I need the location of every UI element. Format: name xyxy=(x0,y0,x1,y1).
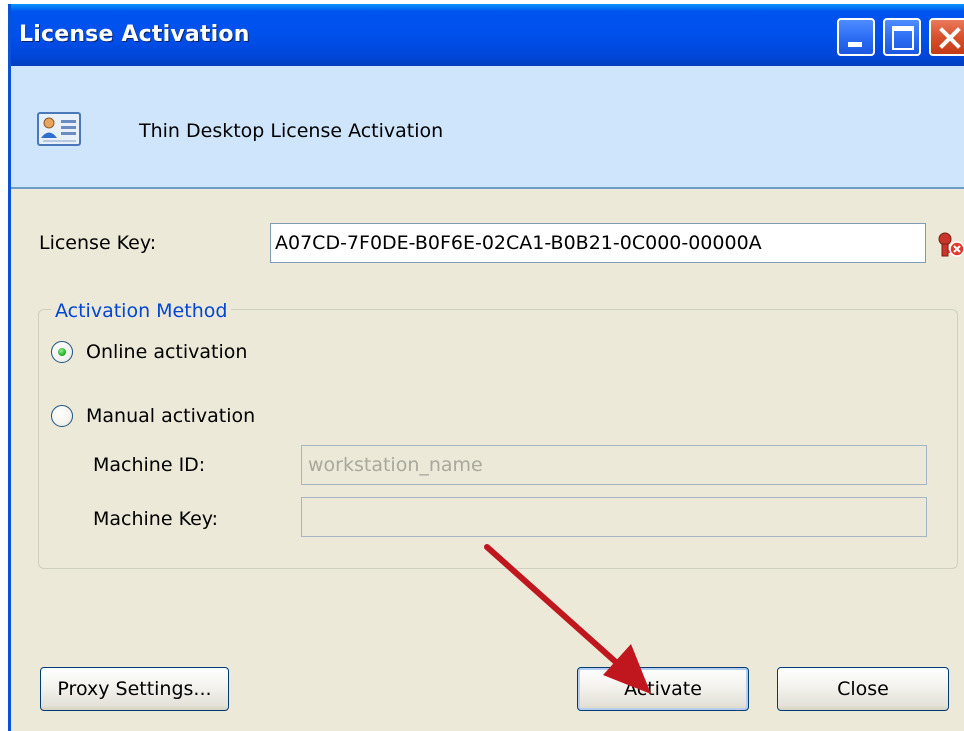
activate-button[interactable]: Activate xyxy=(577,667,749,711)
header-title: Thin Desktop License Activation xyxy=(139,120,444,142)
online-activation-option[interactable]: Online activation xyxy=(51,341,247,363)
minimize-icon xyxy=(848,42,862,47)
machine-id-label: Machine ID: xyxy=(93,454,206,476)
online-activation-radio[interactable] xyxy=(51,341,73,363)
manual-activation-option[interactable]: Manual activation xyxy=(51,405,255,427)
machine-key-input[interactable] xyxy=(301,497,927,537)
license-key-input[interactable] xyxy=(270,223,926,263)
maximize-button[interactable] xyxy=(883,18,921,56)
minimize-button[interactable] xyxy=(837,18,875,56)
title-bar[interactable]: License Activation xyxy=(11,4,964,66)
license-card-icon xyxy=(37,112,81,146)
proxy-settings-button[interactable]: Proxy Settings... xyxy=(40,667,229,711)
header-panel: Thin Desktop License Activation xyxy=(11,66,964,189)
manual-activation-label: Manual activation xyxy=(86,405,256,427)
machine-id-input[interactable] xyxy=(301,445,927,485)
license-key-label: License Key: xyxy=(39,232,157,254)
close-button[interactable]: Close xyxy=(777,667,949,711)
invalid-key-icon xyxy=(938,232,964,257)
activation-method-legend: Activation Method xyxy=(51,300,232,322)
online-activation-label: Online activation xyxy=(86,341,248,363)
window-title: License Activation xyxy=(19,22,250,47)
license-activation-window: License Activation Thin Desktop License … xyxy=(8,4,964,731)
manual-activation-radio[interactable] xyxy=(51,405,73,427)
close-icon xyxy=(939,27,961,49)
maximize-icon xyxy=(892,26,914,50)
close-window-button[interactable] xyxy=(929,18,964,56)
machine-key-label: Machine Key: xyxy=(93,508,219,530)
